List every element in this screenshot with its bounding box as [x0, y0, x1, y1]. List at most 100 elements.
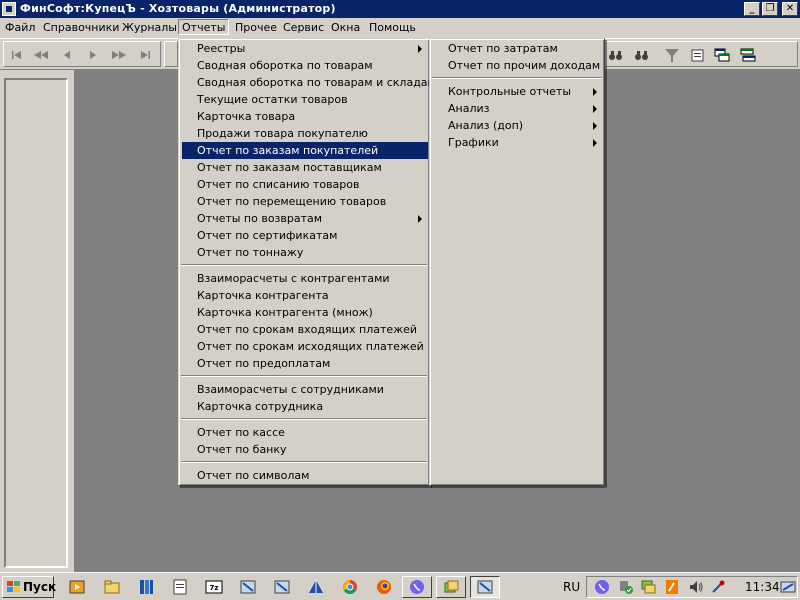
left-panel-frame	[4, 78, 68, 568]
close-button[interactable]: ✕	[782, 2, 798, 16]
menu-separator	[181, 418, 427, 420]
menu-separator	[181, 375, 427, 377]
restore-button[interactable]: ❐	[762, 2, 778, 16]
left-panel	[0, 70, 74, 572]
taskbar-app-button[interactable]	[436, 576, 466, 598]
7zip-icon[interactable]: 7z	[205, 578, 223, 596]
menu-item-current-stock[interactable]: Текущие остатки товаров	[182, 91, 428, 108]
windows-cascade-icon[interactable]	[713, 47, 731, 63]
menu-item-analysis-extra[interactable]: Анализ (доп)	[433, 117, 603, 134]
minimize-button[interactable]: _	[744, 2, 760, 16]
menu-item-customer-orders[interactable]: Отчет по заказам покупателей	[182, 142, 428, 159]
network-icon[interactable]	[639, 578, 657, 596]
app-box-icon	[444, 580, 459, 593]
security-shield-icon[interactable]	[617, 578, 635, 596]
binoculars-icon[interactable]	[633, 47, 651, 63]
windows-logo-icon	[7, 581, 20, 592]
toolbar-group-2	[164, 41, 178, 67]
svg-text:7z: 7z	[210, 584, 219, 592]
menu-separator	[432, 77, 602, 79]
menu-reports[interactable]: Отчеты	[178, 19, 230, 35]
menu-file[interactable]: Файл	[2, 21, 38, 34]
menu-item-charts[interactable]: Графики	[433, 134, 603, 151]
taskbar-viber-button[interactable]	[402, 576, 432, 598]
app-icon[interactable]	[2, 2, 16, 16]
menu-item-expenses[interactable]: Отчет по затратам	[433, 40, 603, 57]
menu-item-returns[interactable]: Отчеты по возвратам	[182, 210, 428, 227]
menu-bar: Файл Справочники Журналы Отчеты Прочее С…	[0, 18, 800, 38]
next-record-icon[interactable]	[84, 47, 102, 63]
menu-item-other-income[interactable]: Отчет по прочим доходам	[433, 57, 603, 74]
submenu-arrow-icon	[593, 105, 597, 113]
volume-icon[interactable]	[687, 578, 705, 596]
submenu-arrow-icon	[593, 122, 597, 130]
menu-item-control-reports[interactable]: Контрольные отчеты	[433, 83, 603, 100]
kupets-app-icon	[477, 580, 493, 594]
language-indicator[interactable]: RU	[563, 580, 580, 594]
binoculars-add-icon[interactable]	[607, 47, 625, 63]
firefox-icon[interactable]	[375, 578, 393, 596]
menu-item-prepayments[interactable]: Отчет по предоплатам	[182, 355, 428, 372]
folder-icon[interactable]	[103, 578, 121, 596]
show-desktop-icon[interactable]	[779, 578, 797, 596]
notepad-icon[interactable]	[171, 578, 189, 596]
pyramid-icon[interactable]	[307, 578, 325, 596]
menu-help[interactable]: Помощь	[366, 21, 419, 34]
viber-tray-icon[interactable]	[593, 578, 611, 596]
menu-item-employee-settlements[interactable]: Взаиморасчеты с сотрудниками	[182, 381, 428, 398]
menu-item-incoming-payment-terms[interactable]: Отчет по срокам входящих платежей	[182, 321, 428, 338]
app-window-icon-2[interactable]	[273, 578, 291, 596]
reports-menu-column-2: Отчет по затратам Отчет по прочим дохода…	[429, 38, 605, 486]
app-window-icon[interactable]	[239, 578, 257, 596]
menu-item-tonnage[interactable]: Отчет по тоннажу	[182, 244, 428, 261]
menu-item-transfers[interactable]: Отчет по перемещению товаров	[182, 193, 428, 210]
menu-item-outgoing-payment-terms[interactable]: Отчет по срокам исходящих платежей	[182, 338, 428, 355]
utility-icon[interactable]	[709, 578, 727, 596]
menu-item-goods-turnover[interactable]: Сводная оборотка по товарам	[182, 57, 428, 74]
last-record-icon[interactable]	[136, 47, 154, 63]
menu-journals[interactable]: Журналы	[119, 21, 180, 34]
menu-item-registers[interactable]: Реестры	[182, 40, 428, 57]
taskbar-kupets-button[interactable]	[470, 576, 500, 598]
menu-item-counterparty-card[interactable]: Карточка контрагента	[182, 287, 428, 304]
menu-item-counterparty-settlements[interactable]: Взаиморасчеты с контрагентами	[182, 270, 428, 287]
menu-item-bank[interactable]: Отчет по банку	[182, 441, 428, 458]
menu-windows[interactable]: Окна	[328, 21, 363, 34]
menu-item-counterparty-card-multi[interactable]: Карточка контрагента (множ)	[182, 304, 428, 321]
windows-tile-icon[interactable]	[739, 47, 757, 63]
clock[interactable]: 11:34	[745, 580, 780, 594]
menu-item-goods-warehouse-turnover[interactable]: Сводная оборотка по товарам и складам	[182, 74, 436, 91]
previous-record-icon[interactable]	[58, 47, 76, 63]
menu-item-symbols[interactable]: Отчет по символам	[182, 467, 428, 484]
menu-directories[interactable]: Справочники	[40, 21, 122, 34]
menu-item-product-card[interactable]: Карточка товара	[182, 108, 428, 125]
window-title: ФинСофт:КупецЪ - Хозтовары (Администрато…	[20, 2, 336, 15]
menu-item-cash-desk[interactable]: Отчет по кассе	[182, 424, 428, 441]
antivirus-icon[interactable]	[663, 578, 681, 596]
start-button[interactable]: Пуск	[2, 576, 57, 598]
menu-service[interactable]: Сервис	[280, 21, 327, 34]
submenu-arrow-icon	[593, 139, 597, 147]
next-page-icon[interactable]	[110, 47, 128, 63]
books-icon[interactable]	[137, 578, 155, 596]
menu-item-write-offs[interactable]: Отчет по списанию товаров	[182, 176, 428, 193]
menu-item-supplier-orders[interactable]: Отчет по заказам поставщикам	[182, 159, 428, 176]
first-record-icon[interactable]	[8, 47, 26, 63]
viber-icon	[410, 580, 424, 594]
reports-menu: Реестры Сводная оборотка по товарам Свод…	[178, 38, 436, 486]
menu-item-sales-to-customer[interactable]: Продажи товара покупателю	[182, 125, 428, 142]
menu-item-certificates[interactable]: Отчет по сертификатам	[182, 227, 428, 244]
menu-item-analysis[interactable]: Анализ	[433, 100, 603, 117]
menu-separator	[181, 264, 427, 266]
filter-icon[interactable]	[663, 47, 681, 63]
menu-other[interactable]: Прочее	[232, 21, 280, 34]
submenu-arrow-icon	[418, 215, 422, 223]
start-label: Пуск	[23, 580, 57, 594]
document-print-icon[interactable]	[689, 47, 707, 63]
chrome-icon[interactable]	[341, 578, 359, 596]
title-bar: ФинСофт:КупецЪ - Хозтовары (Администрато…	[0, 0, 800, 18]
previous-page-icon[interactable]	[32, 47, 50, 63]
menu-separator	[181, 461, 427, 463]
media-player-icon[interactable]	[68, 578, 86, 596]
menu-item-employee-card[interactable]: Карточка сотрудника	[182, 398, 428, 415]
